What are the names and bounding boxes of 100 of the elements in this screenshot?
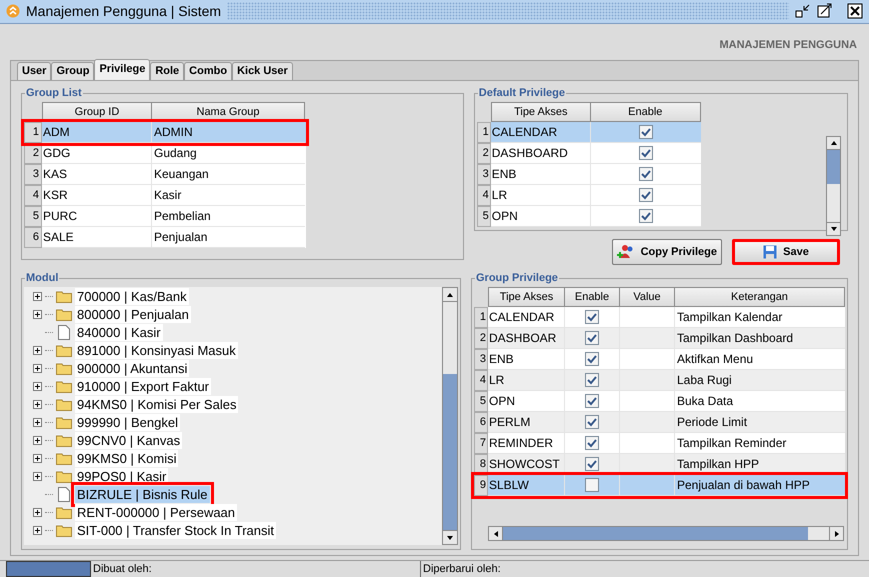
- column-header[interactable]: Group ID: [42, 102, 152, 122]
- column-header[interactable]: Nama Group: [152, 102, 305, 122]
- arrow-icon: [830, 139, 838, 147]
- tree-item[interactable]: 800000 | Penjualan: [75, 306, 191, 322]
- scrollbar[interactable]: [442, 287, 458, 545]
- table-row[interactable]: 6 PERLM Periode Limit: [474, 412, 845, 433]
- tab[interactable]: Combo: [184, 62, 232, 80]
- row-number: 2: [474, 328, 488, 349]
- tree-item[interactable]: 999990 | Bengkel: [75, 414, 180, 430]
- tab[interactable]: Role: [150, 62, 184, 80]
- table-cell: SALE: [42, 227, 152, 248]
- tree-item[interactable]: 891000 | Konsinyasi Masuk: [75, 342, 238, 358]
- table-row[interactable]: 2 DASHBOAR Tampilkan Dashboard: [474, 328, 845, 349]
- checkbox[interactable]: [585, 415, 599, 429]
- tree-item[interactable]: 99CNV0 | Kanvas: [75, 432, 182, 448]
- copy-button[interactable]: Copy Privilege: [612, 239, 722, 265]
- expand-icon[interactable]: [32, 346, 42, 354]
- tree-item[interactable]: RENT-000000 | Persewaan: [75, 504, 238, 520]
- checkbox[interactable]: [638, 146, 653, 160]
- expand-icon[interactable]: [32, 364, 42, 372]
- table-row[interactable]: 1 CALENDAR: [476, 122, 701, 143]
- column-header[interactable]: Enable: [565, 287, 620, 307]
- save-button[interactable]: Save: [732, 239, 840, 265]
- tree-item[interactable]: SIT-000 | Transfer Stock In Transit: [75, 522, 276, 538]
- table-row[interactable]: 1 ADM ADMIN: [24, 122, 306, 143]
- table-row[interactable]: 4 KSR Kasir: [24, 185, 306, 206]
- folder-icon: [56, 290, 72, 302]
- tab[interactable]: Privilege: [94, 59, 150, 80]
- checkbox[interactable]: [638, 125, 653, 139]
- checkbox[interactable]: [638, 209, 653, 223]
- expand-icon[interactable]: [32, 400, 42, 408]
- table-row[interactable]: 1 CALENDAR Tampilkan Kalendar: [474, 307, 845, 328]
- table-row[interactable]: 2 GDG Gudang: [24, 143, 306, 164]
- expand-icon[interactable]: [32, 292, 42, 300]
- expand-icon[interactable]: [32, 418, 42, 426]
- expand-icon[interactable]: [32, 526, 42, 534]
- tree-item[interactable]: 910000 | Export Faktur: [75, 378, 212, 394]
- tree-item[interactable]: 700000 | Kas/Bank: [75, 288, 189, 304]
- checkbox[interactable]: [585, 436, 599, 450]
- table-row[interactable]: 6 SALE Penjualan: [24, 227, 306, 248]
- table-row[interactable]: 5 PURC Pembelian: [24, 206, 306, 227]
- expand-icon[interactable]: [32, 454, 42, 462]
- row-number: 6: [24, 227, 42, 248]
- minimize-icon[interactable]: [795, 3, 811, 20]
- expand-icon[interactable]: [32, 310, 42, 318]
- close-icon[interactable]: [847, 3, 863, 20]
- table-row[interactable]: 2 DASHBOARD: [476, 143, 701, 164]
- expand-icon[interactable]: [32, 436, 42, 444]
- checkbox[interactable]: [585, 352, 599, 366]
- row-number: 2: [24, 143, 42, 164]
- tab[interactable]: User: [17, 62, 52, 80]
- table-row[interactable]: 3 ENB Aktifkan Menu: [474, 349, 845, 370]
- tree-item[interactable]: 99KMS0 | Komisi: [75, 450, 178, 466]
- horizontal-scrollbar[interactable]: [488, 526, 844, 541]
- table-row[interactable]: 7 REMINDER Tampilkan Reminder: [474, 433, 845, 454]
- table-row[interactable]: 8 SHOWCOST Tampilkan HPP: [474, 454, 845, 475]
- window-title: Manajemen Pengguna | Sistem: [26, 2, 222, 21]
- tab[interactable]: Group: [51, 62, 94, 80]
- checkbox[interactable]: [585, 310, 599, 324]
- table-row[interactable]: 3 ENB: [476, 164, 701, 185]
- checkbox[interactable]: [638, 167, 653, 181]
- column-header[interactable]: Enable: [590, 102, 701, 122]
- folder-icon: [56, 398, 72, 410]
- table-row[interactable]: 4 LR Laba Rugi: [474, 370, 845, 391]
- table-row[interactable]: 4 LR: [476, 185, 701, 206]
- expand-icon[interactable]: [32, 508, 42, 516]
- tree-item[interactable]: 94KMS0 | Komisi Per Sales: [75, 396, 238, 412]
- expand-icon[interactable]: [32, 382, 42, 390]
- row-number: 4: [476, 185, 491, 206]
- folder-icon: [56, 434, 72, 446]
- users-icon: [616, 244, 635, 260]
- column-header[interactable]: Keterangan: [675, 287, 845, 307]
- tab[interactable]: Kick User: [232, 62, 293, 80]
- table-row[interactable]: 5 OPN Buka Data: [474, 391, 845, 412]
- checkbox[interactable]: [585, 331, 599, 345]
- arrow-icon: [446, 290, 454, 298]
- table-row[interactable]: 9 SLBLW Penjualan di bawah HPP: [474, 475, 845, 496]
- table-row[interactable]: 5 OPN: [476, 206, 701, 227]
- column-header[interactable]: Value: [620, 287, 675, 307]
- checkbox[interactable]: [585, 478, 599, 492]
- folder-icon: [56, 416, 72, 428]
- table-row[interactable]: 3 KAS Keuangan: [24, 164, 306, 185]
- checkbox[interactable]: [638, 188, 653, 202]
- maximize-icon[interactable]: [817, 3, 833, 20]
- checkbox[interactable]: [585, 457, 599, 471]
- column-header[interactable]: Tipe Akses: [490, 102, 591, 122]
- column-header[interactable]: Tipe Akses: [488, 287, 565, 307]
- folder-icon: [56, 380, 72, 392]
- scrollbar[interactable]: [826, 136, 841, 236]
- table-cell: ADMIN: [152, 122, 305, 143]
- folder-icon: [56, 308, 72, 320]
- tree-item[interactable]: BIZRULE | Bisnis Rule: [75, 486, 210, 502]
- tree-item[interactable]: 840000 | Kasir: [75, 324, 163, 340]
- tree-item[interactable]: 900000 | Akuntansi: [75, 360, 190, 376]
- row-number: 3: [476, 164, 491, 185]
- document-icon: [58, 324, 70, 340]
- expand-icon[interactable]: [32, 472, 42, 480]
- checkbox[interactable]: [585, 394, 599, 408]
- row-number: 3: [24, 164, 42, 185]
- checkbox[interactable]: [585, 373, 599, 387]
